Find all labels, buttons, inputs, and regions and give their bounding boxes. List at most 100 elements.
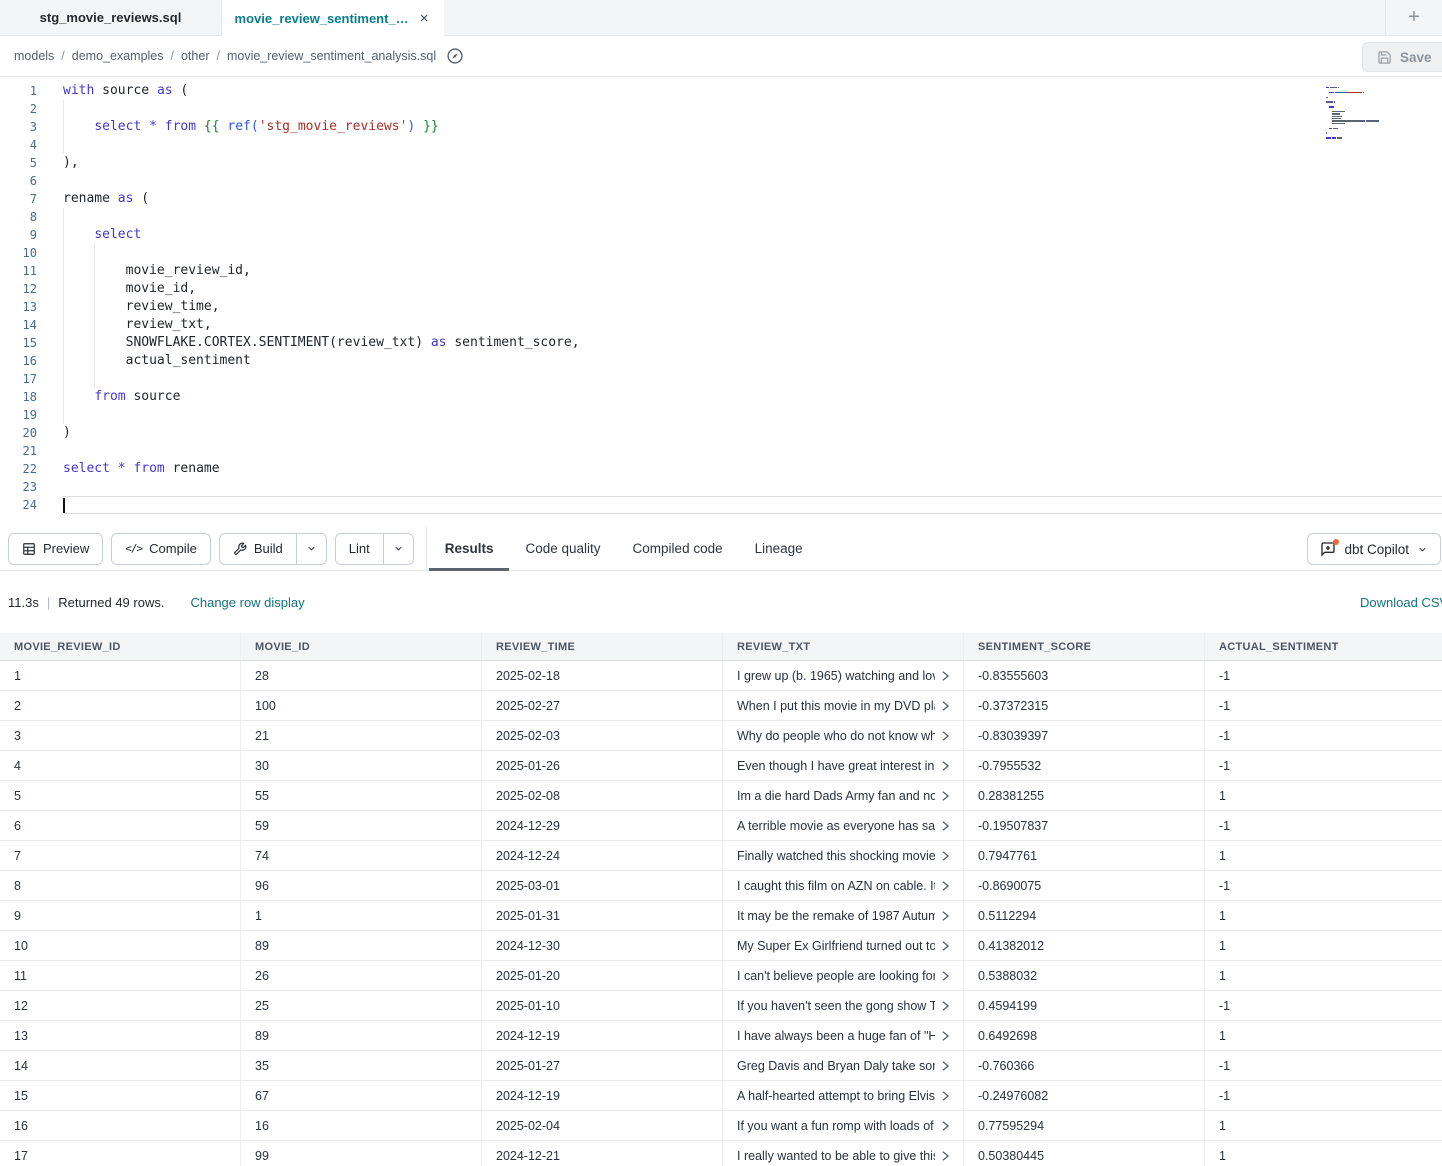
cell-value: 89 [255,1029,269,1043]
indent-guide [63,316,64,334]
save-button[interactable]: Save [1362,42,1442,72]
close-tab-icon[interactable]: × [417,9,432,28]
cell-actual-sentiment: 1 [1205,931,1442,960]
expand-cell-icon[interactable] [941,970,950,982]
tab-movie-review-sentiment[interactable]: movie_review_sentiment_… × [222,0,444,36]
cell-movie-review-id: 16 [0,1111,241,1140]
line-content [63,244,1442,262]
line-number: 11 [0,262,45,280]
cell-value: 1 [1219,1029,1226,1043]
expand-cell-icon[interactable] [941,820,950,832]
expand-cell-icon[interactable] [941,700,950,712]
cell-value: 15 [14,1089,28,1103]
editor-tab-bar: stg_movie_reviews.sql movie_review_senti… [0,0,1442,36]
preview-button[interactable]: Preview [8,533,103,565]
new-tab-button[interactable]: + [1385,0,1442,35]
expand-cell-icon[interactable] [941,670,950,682]
expand-cell-icon[interactable] [941,1000,950,1012]
line-number: 6 [0,172,45,190]
build-button[interactable]: Build [220,534,296,564]
line-content [63,136,1442,154]
cell-sentiment-score: -0.8690075 [964,871,1205,900]
build-label: Build [254,541,283,556]
cell-value: 1 [1219,789,1226,803]
lint-dropdown-button[interactable] [383,534,413,564]
cell-review-txt: If you haven't seen the gong show TV s… [723,991,964,1020]
expand-cell-icon[interactable] [941,1030,950,1042]
breadcrumb-item[interactable]: models [14,49,54,63]
change-row-display-link[interactable]: Change row display [190,595,304,610]
results-tab-results[interactable]: Results [429,527,510,571]
cell-value: -0.8690075 [978,879,1041,893]
lint-button[interactable]: Lint [336,534,383,564]
indent-guide [63,388,64,406]
cell-actual-sentiment: 1 [1205,901,1442,930]
preview-label: Preview [43,541,89,556]
cell-review-txt: My Super Ex Girlfriend turned out to b… [723,931,964,960]
breadcrumb-item[interactable]: demo_examples [72,49,164,63]
cell-value: 2025-02-27 [496,699,560,713]
cell-value: 89 [255,939,269,953]
cell-review-txt: A terrible movie as everyone has said. … [723,811,964,840]
line-content [63,172,1442,190]
code-token: as [431,335,447,350]
compass-icon[interactable] [446,47,464,65]
dbt-copilot-button[interactable]: dbt Copilot [1307,533,1441,565]
cell-value: Why do people who do not know what… [737,729,935,743]
results-tab-lineage[interactable]: Lineage [739,527,819,571]
line-content: movie_review_id, [63,262,1442,280]
cell-review-time: 2025-02-08 [482,781,723,810]
cell-value: Greg Davis and Bryan Daly take some … [737,1059,935,1073]
code-token: with [63,83,94,98]
results-tab-compiled-code[interactable]: Compiled code [617,527,739,571]
sql-code-editor[interactable]: 1with source as (23 select * from {{ ref… [0,77,1442,527]
cell-value: 2025-02-18 [496,669,560,683]
cell-actual-sentiment: 1 [1205,1141,1442,1166]
cell-value: 0.4594199 [978,999,1037,1013]
chevron-down-icon [306,543,317,554]
editor-line: 8 [0,208,1442,226]
editor-line: 11 movie_review_id, [0,262,1442,280]
editor-line: 21 [0,442,1442,460]
breadcrumb-item[interactable]: movie_review_sentiment_analysis.sql [227,49,436,63]
expand-cell-icon[interactable] [941,790,950,802]
expand-cell-icon[interactable] [941,940,950,952]
code-token: select [63,461,110,476]
code-minimap[interactable] [1326,87,1404,144]
expand-cell-icon[interactable] [941,730,950,742]
cell-value: Im a die hard Dads Army fan and nothi… [737,789,935,803]
cell-actual-sentiment: -1 [1205,811,1442,840]
editor-line: 10 [0,244,1442,262]
indent-guide [94,370,95,388]
cell-actual-sentiment: -1 [1205,871,1442,900]
cell-value: 2025-01-20 [496,969,560,983]
indent-guide [94,244,95,262]
code-token [63,119,94,134]
minimap-line [1326,142,1404,143]
build-dropdown-button[interactable] [296,534,326,564]
expand-cell-icon[interactable] [941,910,950,922]
cell-movie-review-id: 10 [0,931,241,960]
expand-cell-icon[interactable] [941,1150,950,1162]
compile-button[interactable]: </> Compile [111,533,211,565]
expand-cell-icon[interactable] [941,880,950,892]
code-token: movie_review_id, [63,263,251,278]
tab-stg-movie-reviews[interactable]: stg_movie_reviews.sql [0,0,222,35]
build-button-group: Build [219,533,327,565]
download-csv-link[interactable]: Download CSV [1360,595,1442,610]
cell-review-time: 2025-02-04 [482,1111,723,1140]
expand-cell-icon[interactable] [941,850,950,862]
cell-value: 2024-12-19 [496,1089,560,1103]
expand-cell-icon[interactable] [941,1120,950,1132]
expand-cell-icon[interactable] [941,1060,950,1072]
expand-cell-icon[interactable] [941,760,950,772]
code-token: ( [173,83,189,98]
cell-value: 28 [255,669,269,683]
breadcrumb-item[interactable]: other [181,49,210,63]
preview-grid-icon [22,542,36,556]
cell-review-txt: A half-hearted attempt to bring Elvis P… [723,1081,964,1110]
cell-value: 8 [14,879,21,893]
cell-value: -0.7955532 [978,759,1041,773]
expand-cell-icon[interactable] [941,1090,950,1102]
results-tab-code-quality[interactable]: Code quality [509,527,616,571]
